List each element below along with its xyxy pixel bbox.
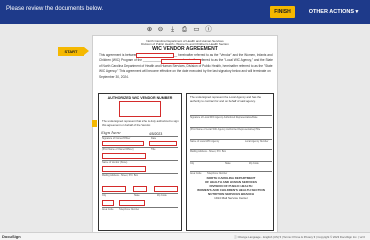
vendor-number-title: AUTHORIZED WIC VENDOR NUMBER	[107, 95, 173, 100]
agency-phone-label: Telephone Number	[207, 172, 228, 175]
footer-bar: DocuSign ⓘ Change Language - English (US…	[0, 232, 370, 240]
start-button[interactable]: START	[58, 47, 89, 56]
vendor-phone-field[interactable]	[119, 200, 145, 206]
comment-icon[interactable]: ▭	[192, 24, 201, 35]
local-name-label: Name of Local WIC Agency	[190, 140, 220, 143]
agency-city-label: City	[190, 162, 195, 165]
vendor-zip-field[interactable]	[154, 186, 178, 192]
print-local-label: (Print Name of Local WIC Agency Authoriz…	[190, 128, 261, 131]
local-agency-field[interactable]	[161, 58, 201, 64]
print-name-field[interactable]	[102, 141, 144, 146]
agreement-paragraph: This agreement is between ______________…	[99, 53, 273, 79]
agency-state-label: State	[225, 162, 231, 165]
agency-number-label: Local Agency Number	[245, 140, 269, 143]
vendor-city-field[interactable]	[102, 186, 126, 192]
footer-links[interactable]: ⓘ Change Language - English (US) ▾ | Ter…	[234, 235, 365, 239]
signed-date: 4/5/2023	[149, 131, 163, 136]
download-icon[interactable]: ⤓	[168, 24, 177, 35]
dept-line: 1914 Mail Service Center	[214, 196, 248, 200]
vendor-section: AUTHORIZED WIC VENDOR NUMBER The undersi…	[98, 93, 182, 231]
title-label: Title	[151, 148, 156, 151]
signature-tab-marker[interactable]	[92, 120, 97, 127]
sig-owner-label: Signature of Owner/Officer	[102, 137, 131, 140]
vendor-city-label: City	[102, 194, 107, 197]
vendor-state-label: State	[134, 194, 140, 197]
zoom-out-icon[interactable]: ⊖	[156, 24, 165, 35]
info-icon[interactable]: ⓘ	[204, 24, 213, 35]
review-message: Please review the documents below.	[6, 6, 104, 12]
sig-local-label: Signature of Local WIC Agency Authorized…	[190, 116, 258, 119]
top-bar: Please review the documents below. FINIS…	[0, 0, 370, 24]
local-agency-section: The undersigned represent the Local Agen…	[186, 93, 274, 231]
vendor-represent-text: The undersigned represent that s/he is d…	[102, 119, 179, 127]
vendor-number-field[interactable]	[119, 101, 161, 117]
dept-address-block: NORTH CAROLINA DEPARTMENT OF HEALTH AND …	[193, 176, 269, 200]
print-name-label: (Print Name of Owner/Officer)	[102, 148, 134, 151]
vendor-mailing-label: Mailing Address - Street, P.O. Box	[102, 174, 138, 177]
zoom-in-icon[interactable]: ⊕	[145, 24, 154, 35]
brand-logo: DocuSign	[2, 234, 21, 239]
agency-mailing-label: Mailing Address - Street, P.O. Box	[190, 150, 226, 153]
vendor-area-code-label: Area Code	[102, 208, 114, 211]
signature-hint[interactable]: Sign here	[101, 130, 121, 135]
print-icon[interactable]: ⎙	[180, 24, 189, 35]
vendor-state-field[interactable]	[133, 186, 147, 192]
vendor-zip-label: Zip Code	[157, 194, 167, 197]
vendor-name-field[interactable]	[136, 53, 174, 58]
vendor-area-code-field[interactable]	[102, 200, 114, 206]
finish-button[interactable]: FINISH	[270, 6, 295, 18]
doc-title: WIC VENDOR AGREEMENT	[152, 46, 218, 52]
agency-zip-label: Zip Code	[249, 162, 259, 165]
title-field[interactable]	[149, 141, 177, 146]
date-label: Date	[151, 137, 157, 140]
other-actions-button[interactable]: OTHER ACTIONS ▾	[301, 6, 366, 18]
vendor-name-label: Name of Vendor (Store)	[102, 161, 128, 164]
agency-represent-text: The undersigned represent the Local Agen…	[190, 95, 262, 103]
vendor-phone-label: Telephone Number	[119, 208, 140, 211]
document-page: North Carolina Department of Health and …	[92, 35, 278, 233]
vendor-mailing-field[interactable]	[102, 166, 146, 172]
vendor-store-field[interactable]	[102, 153, 146, 159]
agency-area-code-label: Area Code	[190, 172, 202, 175]
document-toolbar: ⊕ ⊖ ⤓ ⎙ ▭ ⓘ	[0, 24, 370, 35]
